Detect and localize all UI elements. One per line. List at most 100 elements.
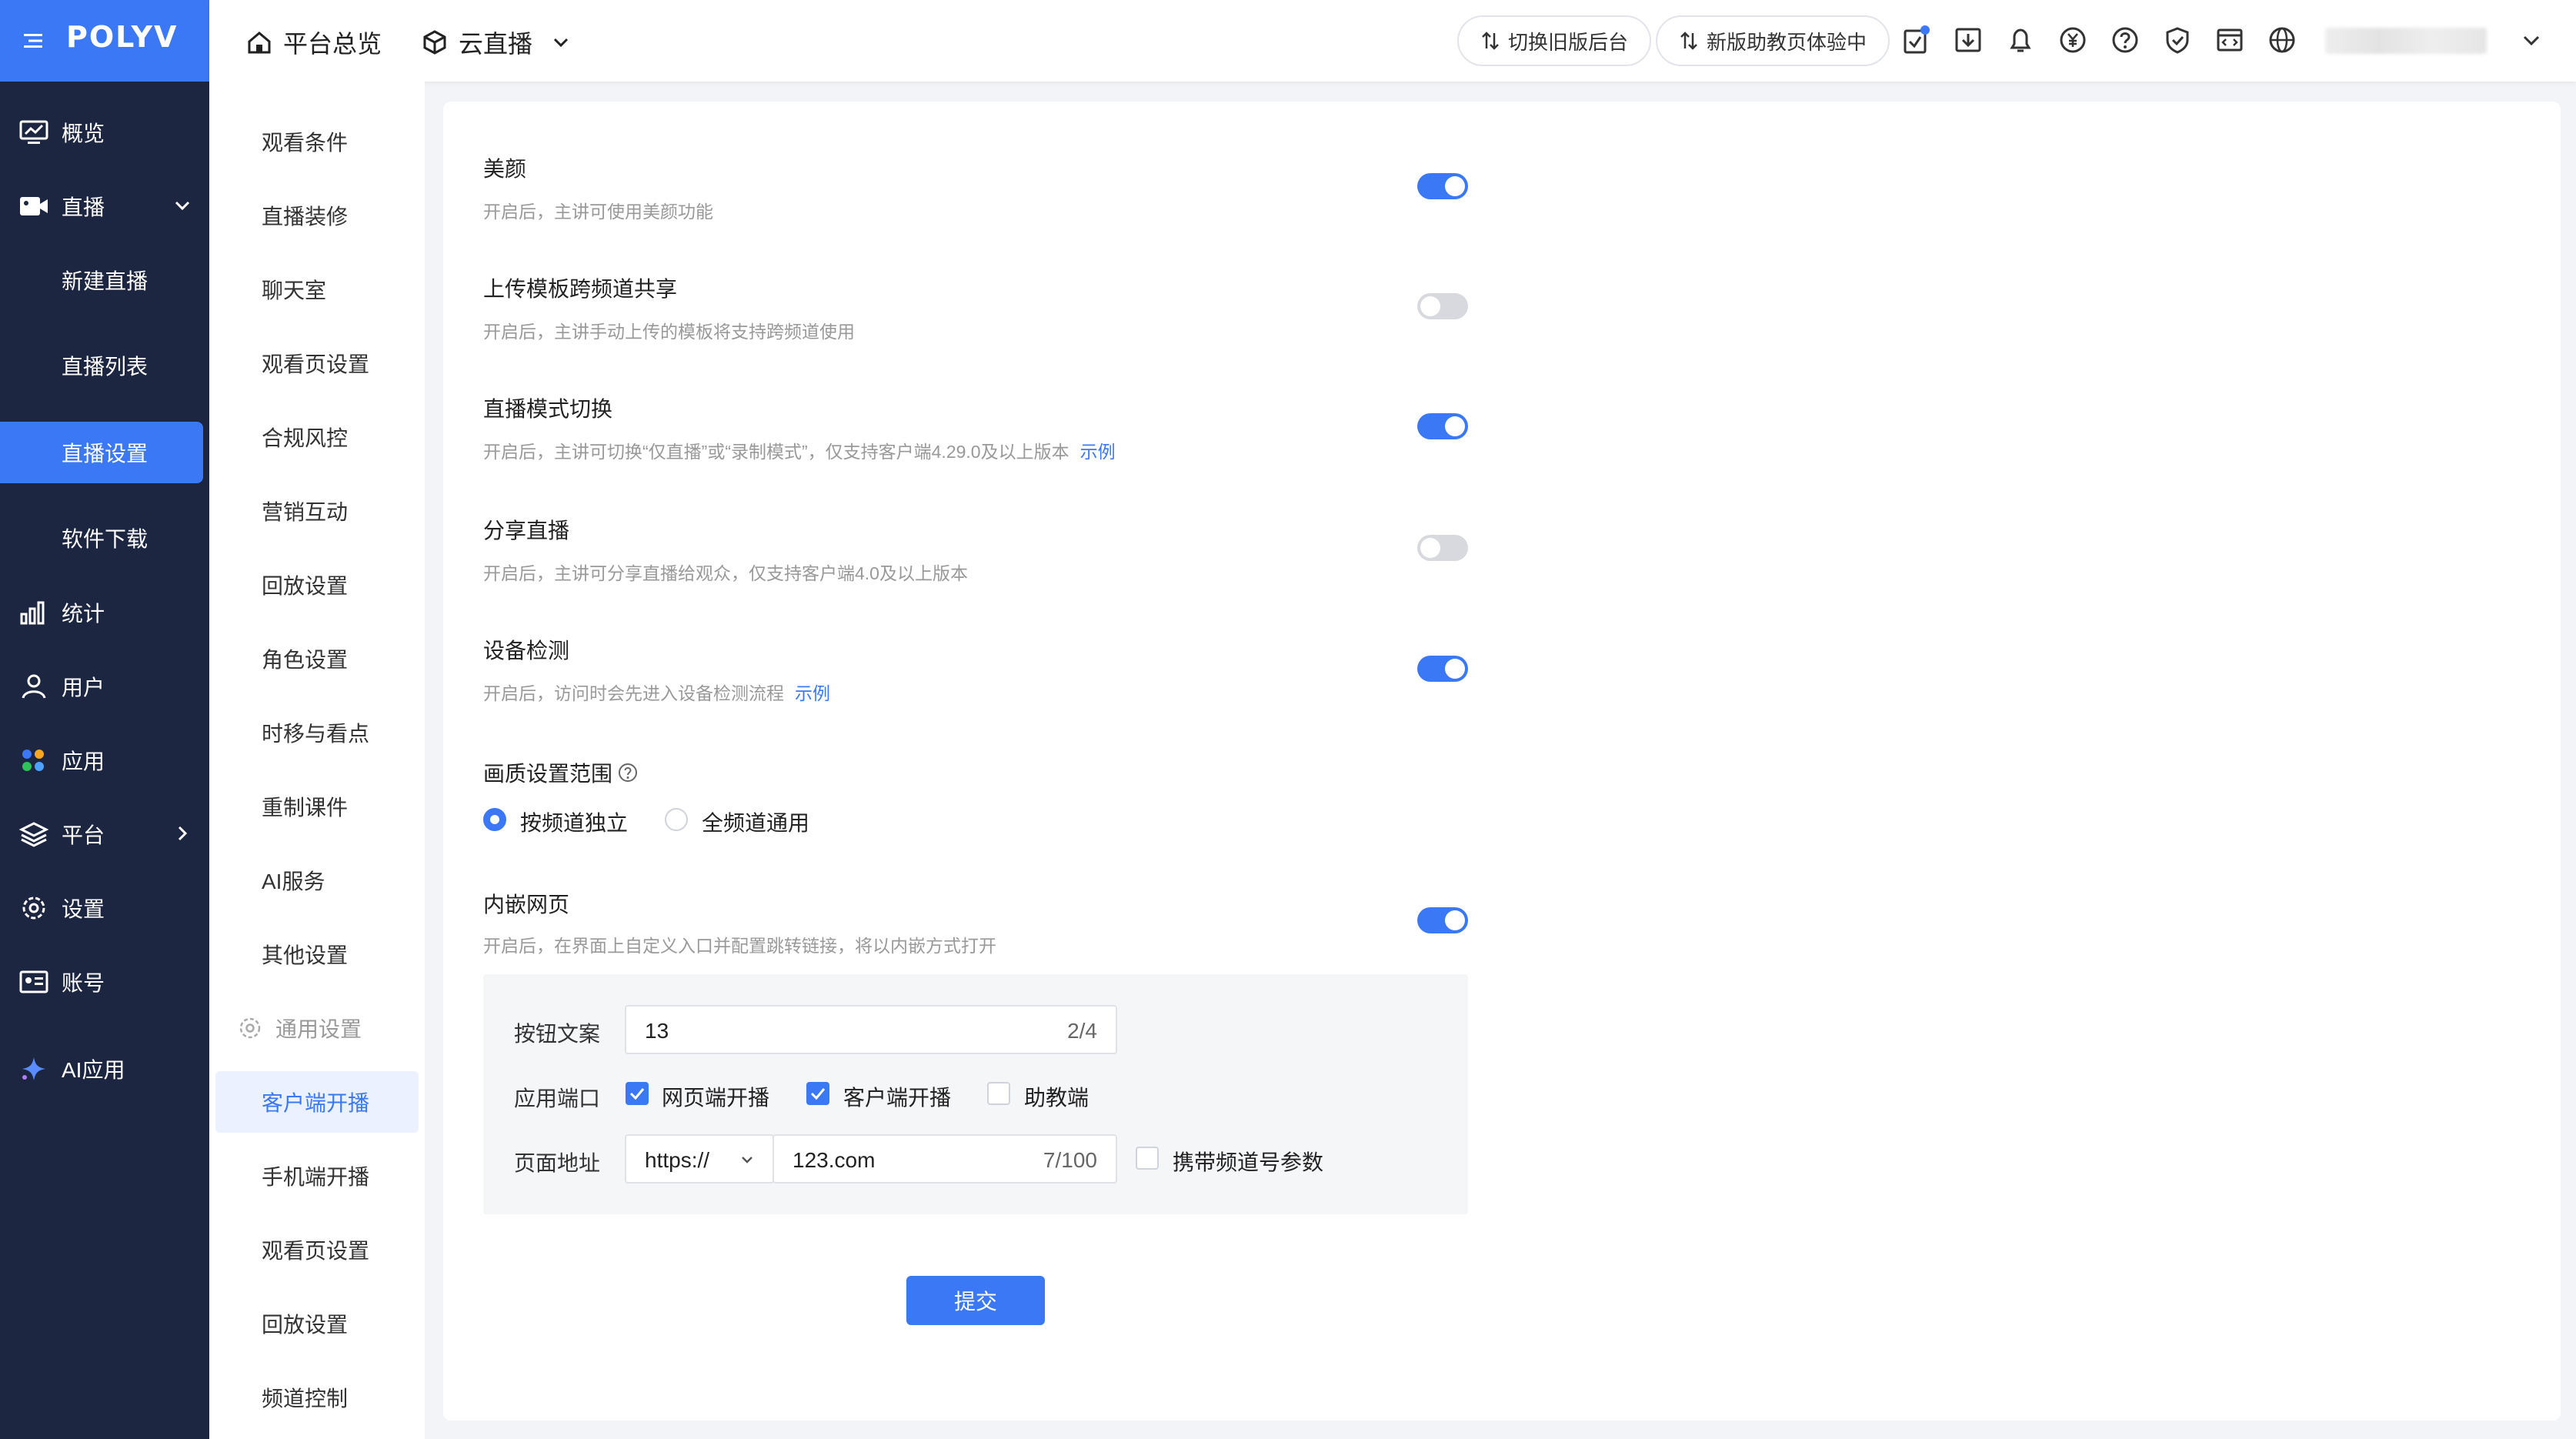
layers-icon <box>18 822 49 847</box>
home-icon <box>248 32 271 54</box>
logo-bar: POLYV <box>0 0 209 82</box>
subnav-item[interactable]: 观看页设置 <box>262 1234 369 1265</box>
url-count: 7/100 <box>1043 1148 1097 1172</box>
top-header: 平台总览 云直播 切换旧版后台 新版助教页体验中 <box>209 0 2576 82</box>
sidebar-item-account[interactable]: 账号 <box>0 950 209 1014</box>
menu-icon[interactable] <box>22 29 45 52</box>
sidebar-item-new-live[interactable]: 新建直播 <box>0 249 209 311</box>
product-switcher[interactable]: 云直播 <box>422 25 572 60</box>
sidebar-item-overview[interactable]: 概览 <box>0 100 209 165</box>
subnav-item[interactable]: 角色设置 <box>262 643 348 674</box>
logo[interactable]: POLYV <box>66 20 178 54</box>
chevron-down-icon <box>553 38 569 48</box>
sidebar-item-platform[interactable]: 平台 <box>0 802 209 866</box>
template-share-toggle[interactable] <box>1417 293 1468 319</box>
endpoint-label: 应用端口 <box>514 1087 601 1110</box>
subnav-item[interactable]: 聊天室 <box>262 274 326 305</box>
bar-chart-icon <box>20 601 45 625</box>
carry-channel-param-label: 携带频道号参数 <box>1173 1150 1324 1174</box>
url-input[interactable]: 123.com 7/100 <box>772 1134 1117 1184</box>
quality-scope-title-row: 画质设置范围 <box>483 757 639 788</box>
button-text-input[interactable]: 13 2/4 <box>625 1005 1117 1054</box>
sidebar-item-users[interactable]: 用户 <box>0 654 209 719</box>
task-icon[interactable] <box>1900 25 1931 55</box>
platform-overview-link[interactable]: 平台总览 <box>246 25 382 60</box>
embed-page-toggle[interactable] <box>1417 907 1468 933</box>
subnav-item[interactable]: 回放设置 <box>262 1308 348 1339</box>
help-icon[interactable] <box>2110 25 2141 55</box>
device-check-desc: 开启后，访问时会先进入设备检测流程 <box>483 683 784 703</box>
quality-scope-radio-all-channels[interactable] <box>665 808 688 831</box>
switch-old-console-button[interactable]: 切换旧版后台 <box>1457 15 1652 66</box>
cube-icon <box>423 30 446 55</box>
sidebar-item-apps[interactable]: 应用 <box>0 728 209 793</box>
subnav-item[interactable]: 回放设置 <box>262 569 348 600</box>
subnav-item[interactable]: AI服务 <box>262 865 325 896</box>
device-check-toggle[interactable] <box>1417 656 1468 682</box>
main-sidebar: POLYV 概览 直播 新建直播 直播列表 直播设置 软件下载 统计 用户 应用… <box>0 0 209 1439</box>
submit-button[interactable]: 提交 <box>906 1276 1045 1325</box>
protocol-select[interactable]: https:// <box>625 1134 774 1184</box>
sidebar-item-label: 账号 <box>62 971 105 995</box>
subnav-item[interactable]: 直播装修 <box>262 200 348 231</box>
monitor-icon <box>19 120 48 144</box>
device-check-title: 设备检测 <box>483 639 570 663</box>
mode-switch-example-link[interactable]: 示例 <box>1080 442 1116 462</box>
sidebar-item-live-list[interactable]: 直播列表 <box>0 335 209 396</box>
share-live-toggle[interactable] <box>1417 535 1468 561</box>
url-label: 页面地址 <box>514 1151 601 1175</box>
download-icon[interactable] <box>1953 25 1984 55</box>
product-label: 云直播 <box>459 30 533 58</box>
subnav-item-client-live[interactable]: 客户端开播 <box>262 1087 369 1117</box>
device-check-example-link[interactable]: 示例 <box>795 683 830 703</box>
video-icon <box>20 197 48 215</box>
subnav-item[interactable]: 时移与看点 <box>262 717 369 748</box>
subnav-item[interactable]: 观看页设置 <box>262 348 369 379</box>
endpoint-assistant-checkbox[interactable] <box>987 1082 1010 1105</box>
sidebar-item-label: 直播列表 <box>62 355 148 379</box>
subnav-group-general: 通用设置 <box>237 1013 362 1043</box>
sidebar-item-settings[interactable]: 设置 <box>0 876 209 940</box>
code-icon[interactable] <box>2214 25 2245 55</box>
quality-scope-option-label: 全频道通用 <box>702 811 810 835</box>
subnav-item[interactable]: 营销互动 <box>262 496 348 526</box>
subnav-item[interactable]: 重制课件 <box>262 791 348 822</box>
template-share-desc: 开启后，主讲手动上传的模板将支持跨频道使用 <box>483 322 855 342</box>
quality-scope-radio-per-channel[interactable] <box>483 808 506 831</box>
bell-icon[interactable] <box>2005 25 2036 55</box>
new-assistant-page-button[interactable]: 新版助教页体验中 <box>1656 15 1890 66</box>
globe-icon[interactable] <box>2267 25 2297 55</box>
subnav-item[interactable]: 其他设置 <box>262 939 348 970</box>
shield-icon[interactable] <box>2162 25 2193 55</box>
sidebar-item-live[interactable]: 直播 <box>0 174 209 239</box>
endpoint-client-checkbox[interactable] <box>806 1082 829 1105</box>
sidebar-item-ai-apps[interactable]: AI应用 <box>0 1037 209 1101</box>
sidebar-item-stats[interactable]: 统计 <box>0 580 209 645</box>
user-account-blurred[interactable] <box>2325 28 2487 54</box>
beauty-toggle[interactable] <box>1417 173 1468 199</box>
carry-channel-param-checkbox[interactable] <box>1136 1147 1159 1170</box>
subnav-item[interactable]: 手机端开播 <box>262 1160 369 1191</box>
sidebar-item-label: 直播设置 <box>62 442 148 466</box>
quality-scope-option-label: 按频道独立 <box>520 811 629 835</box>
quality-scope-title: 画质设置范围 <box>483 762 613 786</box>
button-text-value: 13 <box>645 1019 669 1043</box>
sidebar-item-label: 应用 <box>62 750 105 773</box>
check-icon <box>810 1088 826 1100</box>
help-icon[interactable] <box>617 762 639 783</box>
yuan-icon[interactable] <box>2057 25 2088 55</box>
settings-subnav: 观看条件 直播装修 聊天室 观看页设置 合规风控 营销互动 回放设置 角色设置 … <box>209 82 425 1439</box>
sidebar-item-label: 直播 <box>62 195 105 219</box>
endpoint-web-checkbox[interactable] <box>626 1082 649 1105</box>
chevron-down-icon[interactable] <box>2516 25 2547 55</box>
sidebar-item-live-settings[interactable]: 直播设置 <box>0 422 203 483</box>
sidebar-item-label: 设置 <box>62 897 105 921</box>
subnav-item[interactable]: 频道控制 <box>262 1382 348 1413</box>
share-live-desc: 开启后，主讲可分享直播给观众，仅支持客户端4.0及以上版本 <box>483 563 968 583</box>
subnav-group-label: 通用设置 <box>275 1017 362 1041</box>
sidebar-item-software-download[interactable]: 软件下载 <box>0 507 209 569</box>
chevron-down-icon <box>175 201 190 211</box>
mode-switch-toggle[interactable] <box>1417 413 1468 439</box>
subnav-item[interactable]: 观看条件 <box>262 126 348 157</box>
subnav-item[interactable]: 合规风控 <box>262 422 348 452</box>
